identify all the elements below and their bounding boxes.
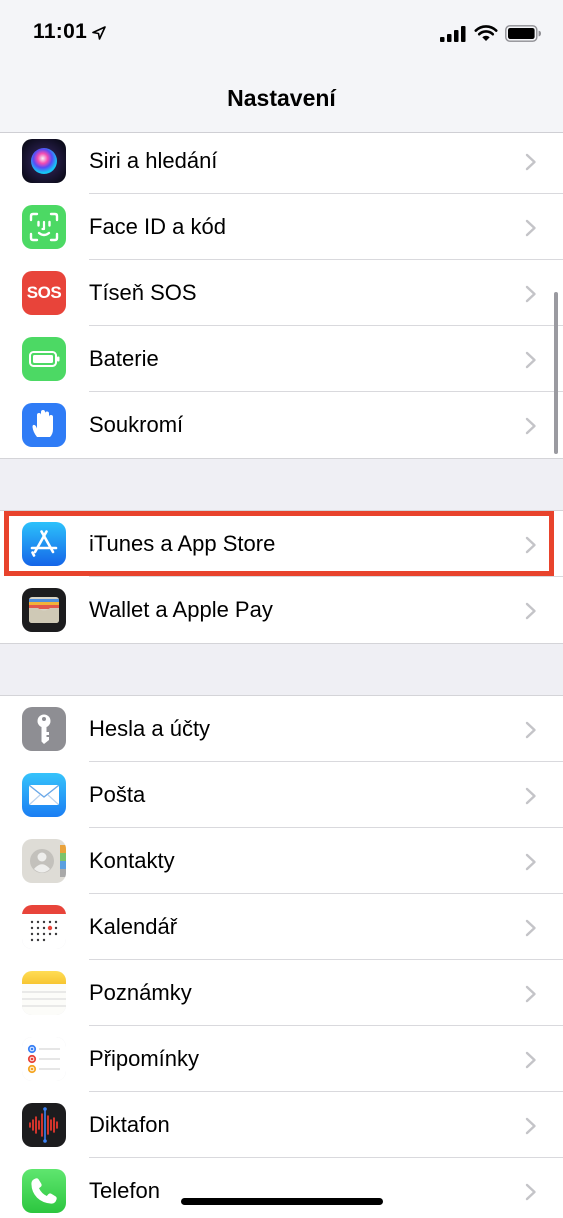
- chevron-right-icon: [525, 219, 537, 242]
- reminders-icon: [22, 1037, 66, 1081]
- chevron-right-icon: [525, 1117, 537, 1140]
- hand-icon: [22, 403, 66, 447]
- contacts-icon: [22, 839, 66, 883]
- settings-row-wallet[interactable]: Wallet a Apple Pay: [0, 577, 563, 643]
- row-label: Tíseň SOS: [89, 280, 197, 305]
- row-label: Wallet a Apple Pay: [89, 597, 273, 622]
- chevron-right-icon: [525, 602, 537, 625]
- wifi-icon: [474, 24, 498, 47]
- settings-screen: 11:01 Nastavení Siri a hledání Face ID a…: [0, 0, 563, 1218]
- chevron-right-icon: [525, 919, 537, 942]
- row-label: Diktafon: [89, 1112, 170, 1137]
- chevron-right-icon: [525, 417, 537, 440]
- status-time: 11:01: [33, 20, 88, 43]
- phone-icon: [22, 1169, 66, 1213]
- row-label: Pošta: [89, 782, 146, 807]
- settings-row-passwords[interactable]: Hesla a účty: [0, 696, 563, 762]
- battery-icon: [22, 337, 66, 381]
- chevron-right-icon: [525, 153, 537, 176]
- chevron-right-icon: [525, 351, 537, 374]
- wallet-icon: [22, 588, 66, 632]
- row-label: Hesla a účty: [89, 716, 211, 741]
- page-title: Nastavení: [227, 85, 336, 111]
- settings-group-apps: Hesla a účty Pošta Kontakty Kalendář Poz…: [0, 695, 563, 1218]
- scroll-indicator[interactable]: [554, 292, 558, 454]
- calendar-icon: [22, 905, 66, 949]
- location-arrow-icon: [92, 26, 106, 45]
- settings-row-privacy[interactable]: Soukromí: [0, 392, 563, 458]
- home-indicator[interactable]: [181, 1198, 383, 1205]
- row-label: Připomínky: [89, 1046, 200, 1071]
- row-label: Telefon: [89, 1178, 160, 1203]
- row-label: Kontakty: [89, 848, 175, 873]
- settings-row-sos[interactable]: SOS Tíseň SOS: [0, 260, 563, 326]
- key-icon: [22, 707, 66, 751]
- siri-icon: [22, 139, 66, 183]
- row-label: iTunes a App Store: [89, 531, 276, 556]
- settings-row-notes[interactable]: Poznámky: [0, 960, 563, 1026]
- chevron-right-icon: [525, 536, 537, 559]
- settings-row-reminders[interactable]: Připomínky: [0, 1026, 563, 1092]
- row-label: Poznámky: [89, 980, 192, 1005]
- chevron-right-icon: [525, 985, 537, 1008]
- sos-icon-text: SOS: [26, 283, 62, 302]
- row-label: Face ID a kód: [89, 214, 226, 239]
- chevron-right-icon: [525, 721, 537, 744]
- settings-row-calendar[interactable]: Kalendář: [0, 894, 563, 960]
- row-label: Baterie: [89, 346, 159, 371]
- settings-row-mail[interactable]: Pošta: [0, 762, 563, 828]
- chevron-right-icon: [525, 1051, 537, 1074]
- settings-row-voice-memos[interactable]: Diktafon: [0, 1092, 563, 1158]
- chevron-right-icon: [525, 1183, 537, 1206]
- mail-icon: [22, 773, 66, 817]
- voice-memos-icon: [22, 1103, 66, 1147]
- row-label: Soukromí: [89, 412, 184, 437]
- settings-group-system: Siri a hledání Face ID a kód SOS Tíseň S…: [0, 127, 563, 459]
- cellular-signal-icon: [440, 26, 466, 47]
- notes-icon: [22, 971, 66, 1015]
- settings-row-itunes-app-store[interactable]: iTunes a App Store: [0, 511, 563, 577]
- chevron-right-icon: [525, 853, 537, 876]
- face-id-icon: [22, 205, 66, 249]
- app-store-icon: [22, 522, 66, 566]
- settings-row-phone[interactable]: Telefon: [0, 1158, 563, 1218]
- settings-row-siri[interactable]: Siri a hledání: [0, 128, 563, 194]
- chevron-right-icon: [525, 285, 537, 308]
- sos-icon: SOS: [22, 271, 66, 315]
- chevron-right-icon: [525, 787, 537, 810]
- settings-group-stores: iTunes a App Store Wallet a Apple Pay: [0, 510, 563, 644]
- settings-row-contacts[interactable]: Kontakty: [0, 828, 563, 894]
- row-label: Kalendář: [89, 914, 178, 939]
- settings-row-face-id[interactable]: Face ID a kód: [0, 194, 563, 260]
- row-label: Siri a hledání: [89, 148, 218, 173]
- battery-status-icon: [505, 25, 542, 47]
- navigation-header: 11:01 Nastavení: [0, 0, 563, 133]
- settings-row-battery[interactable]: Baterie: [0, 326, 563, 392]
